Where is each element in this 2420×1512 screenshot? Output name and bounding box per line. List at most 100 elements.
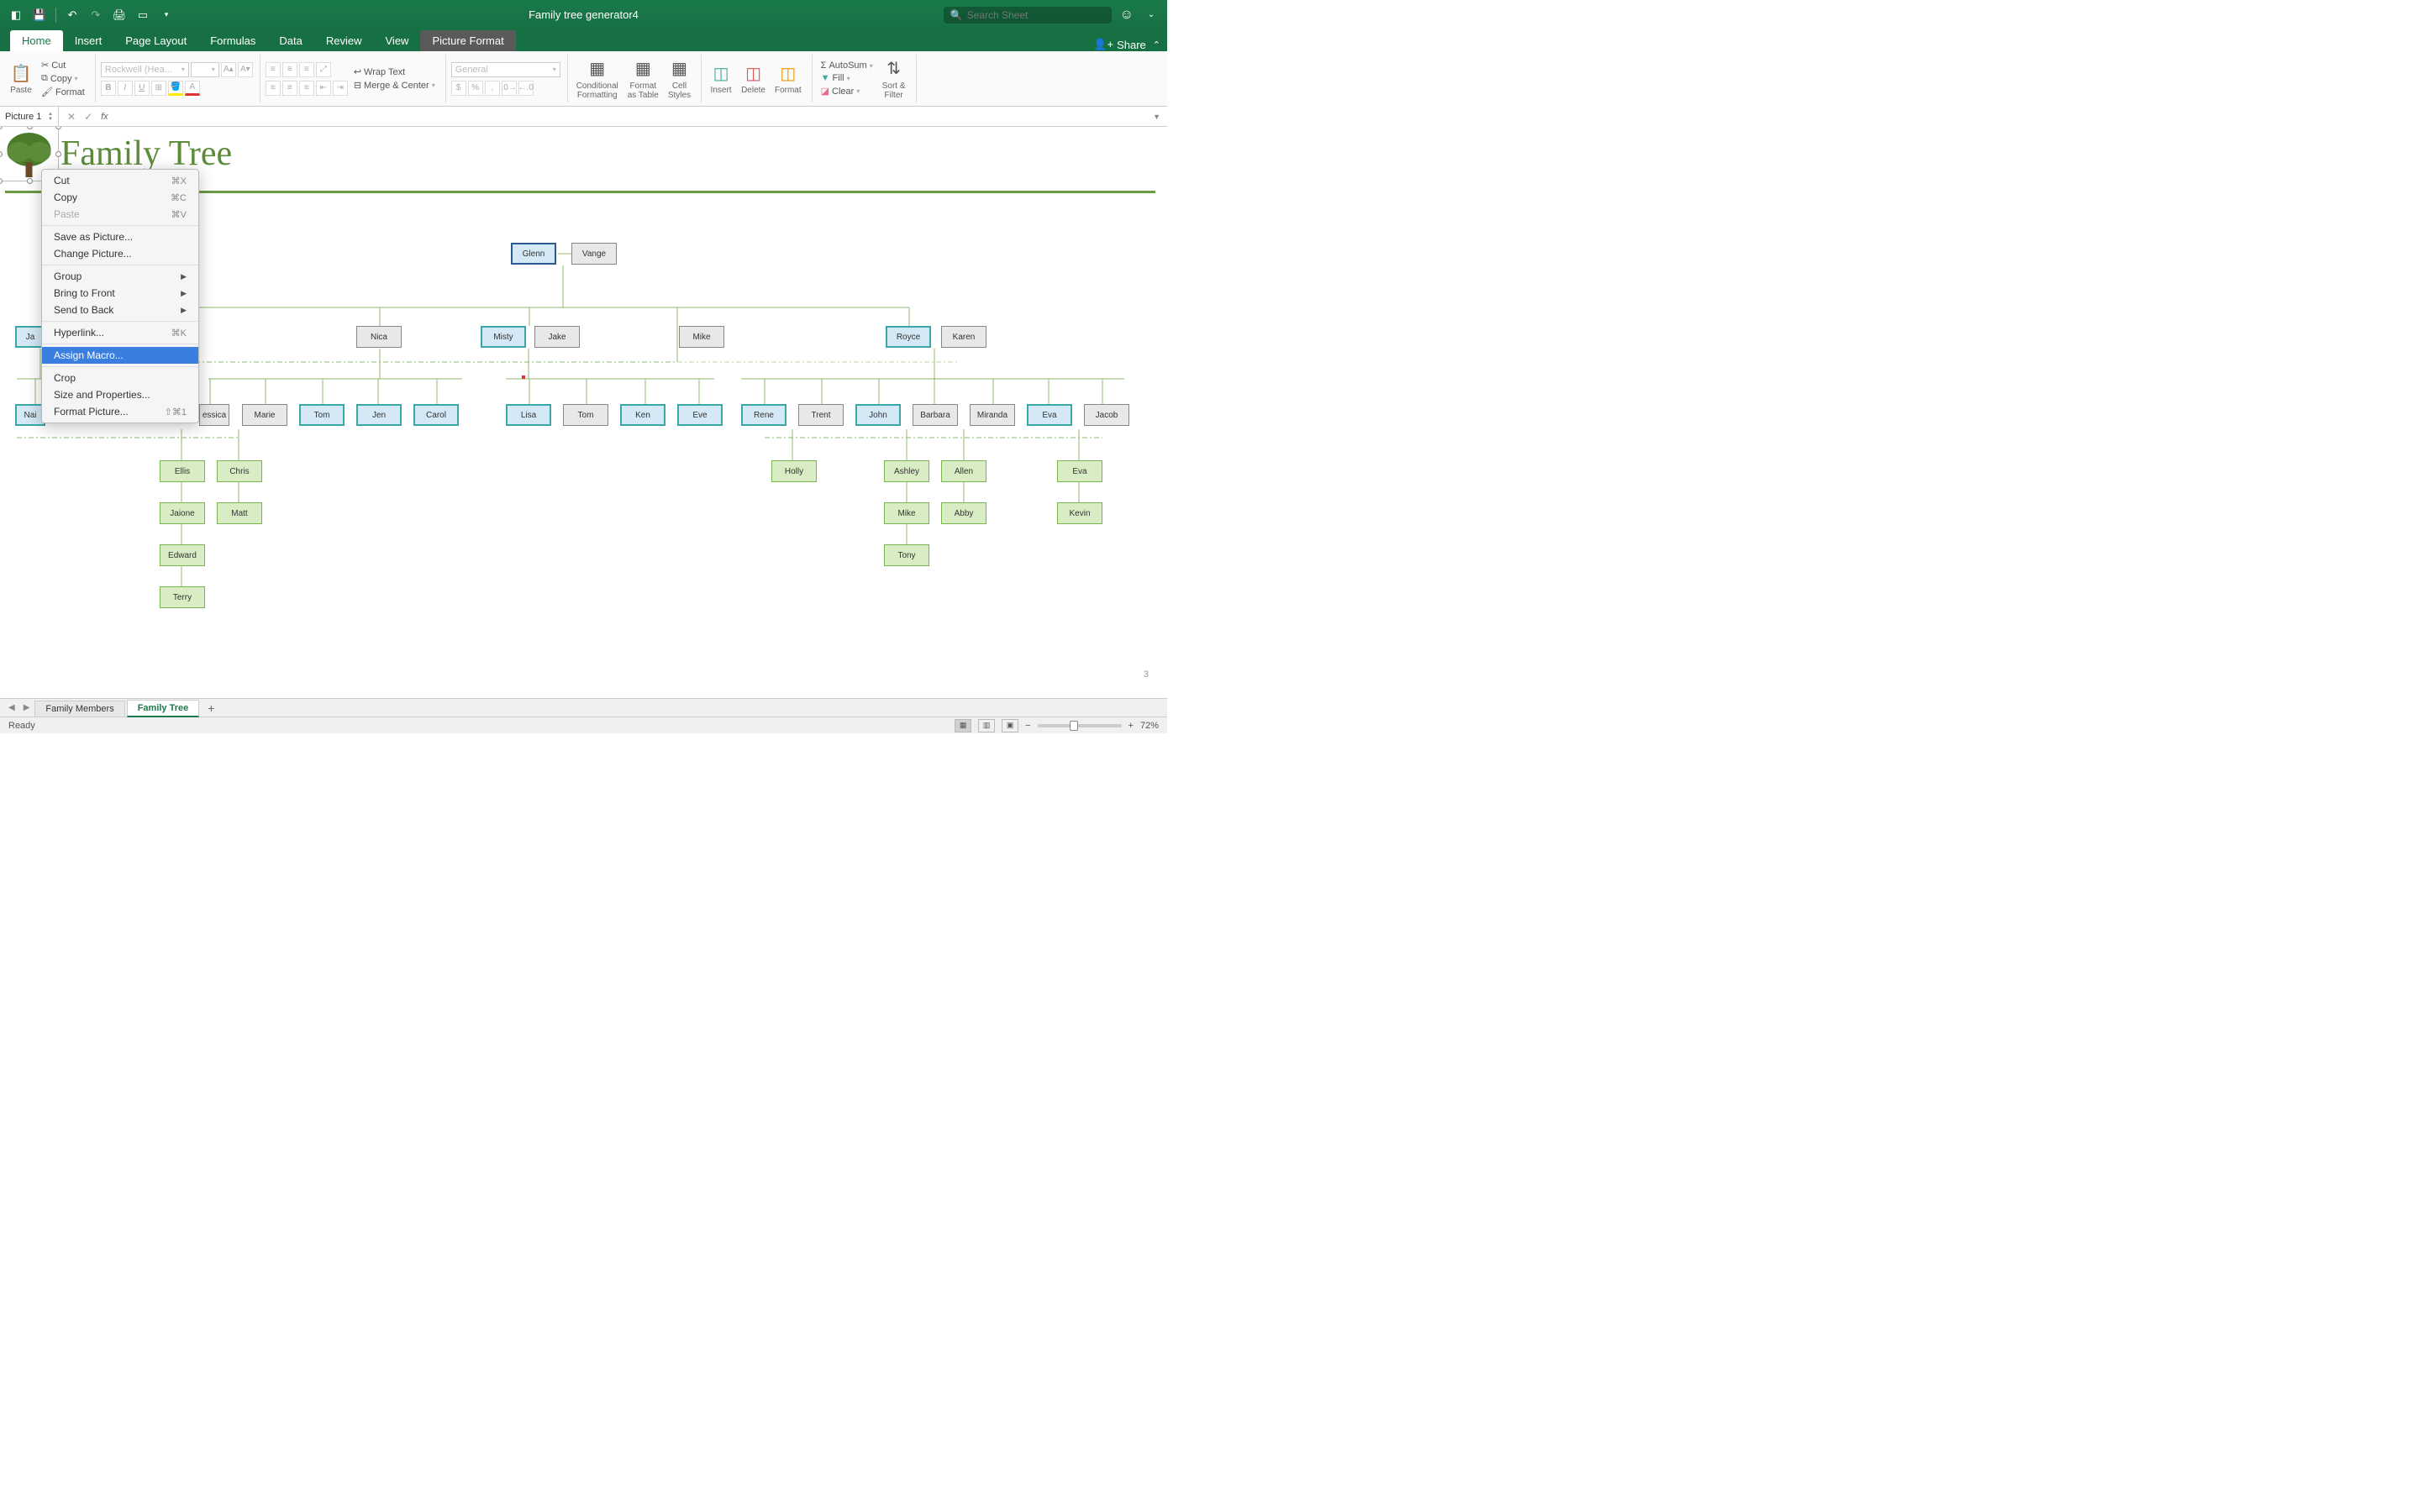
- tree-node[interactable]: Tom: [563, 404, 608, 426]
- ctx-group[interactable]: Group▶: [42, 268, 198, 285]
- tree-node[interactable]: Terry: [160, 586, 205, 608]
- font-size-combo[interactable]: ▾: [191, 62, 219, 77]
- decrease-font-icon[interactable]: A▾: [238, 62, 253, 77]
- tree-node[interactable]: Rene: [741, 404, 786, 426]
- tree-node[interactable]: Jen: [356, 404, 402, 426]
- tree-node[interactable]: Eve: [677, 404, 723, 426]
- tab-home[interactable]: Home: [10, 30, 63, 51]
- cancel-formula-icon[interactable]: ✕: [67, 111, 76, 123]
- tree-node[interactable]: Kevin: [1057, 502, 1102, 524]
- format-painter-button[interactable]: 🖌Format: [38, 86, 88, 98]
- page-icon[interactable]: ▭: [134, 6, 152, 24]
- zoom-slider[interactable]: [1038, 724, 1122, 727]
- tree-node[interactable]: Tom: [299, 404, 345, 426]
- page-break-view-icon[interactable]: ▣: [1002, 719, 1018, 732]
- sheet-tab-members[interactable]: Family Members: [34, 701, 124, 717]
- tree-node[interactable]: Carol: [413, 404, 459, 426]
- ctx-bring-to-front[interactable]: Bring to Front▶: [42, 285, 198, 302]
- comma-icon[interactable]: ,: [485, 81, 500, 96]
- tree-node[interactable]: Jake: [534, 326, 580, 348]
- ctx-cut[interactable]: Cut⌘X: [42, 172, 198, 189]
- fx-icon[interactable]: fx: [101, 112, 108, 122]
- insert-cells-button[interactable]: ◫Insert: [707, 55, 735, 102]
- name-box[interactable]: Picture 1 ▲▼: [0, 107, 59, 126]
- tree-node[interactable]: Ellis: [160, 460, 205, 482]
- tree-node[interactable]: Misty: [481, 326, 526, 348]
- tab-insert[interactable]: Insert: [63, 30, 114, 51]
- clear-button[interactable]: ◪Clear▾: [818, 85, 876, 97]
- ctx-change-picture[interactable]: Change Picture...: [42, 245, 198, 262]
- sort-filter-button[interactable]: ⇅Sort & Filter: [879, 55, 909, 102]
- tab-page-layout[interactable]: Page Layout: [113, 30, 198, 51]
- tree-node[interactable]: Abby: [941, 502, 986, 524]
- tab-review[interactable]: Review: [314, 30, 374, 51]
- zoom-level[interactable]: 72%: [1140, 721, 1159, 731]
- accept-formula-icon[interactable]: ✓: [84, 111, 92, 123]
- underline-button[interactable]: U: [134, 81, 150, 96]
- expand-formula-icon[interactable]: ▼: [1146, 113, 1167, 121]
- tree-node[interactable]: essica: [199, 404, 229, 426]
- increase-indent-icon[interactable]: ⇥: [333, 81, 348, 96]
- next-sheet-icon[interactable]: ▶: [20, 703, 34, 712]
- feedback-icon[interactable]: ☺: [1120, 8, 1134, 23]
- worksheet-canvas[interactable]: Family Tree: [0, 127, 1167, 698]
- fill-button[interactable]: ▼Fill▾: [818, 72, 876, 84]
- tree-node[interactable]: Mike: [679, 326, 724, 348]
- border-button[interactable]: ⊞: [151, 81, 166, 96]
- customize-icon[interactable]: ▾: [157, 6, 176, 24]
- increase-font-icon[interactable]: A▴: [221, 62, 236, 77]
- percent-icon[interactable]: %: [468, 81, 483, 96]
- format-cells-button[interactable]: ◫Format: [771, 55, 805, 102]
- align-middle-icon[interactable]: ≡: [282, 62, 297, 77]
- ctx-format-picture[interactable]: Format Picture...⇧⌘1: [42, 403, 198, 420]
- tab-data[interactable]: Data: [267, 30, 313, 51]
- tree-node[interactable]: Karen: [941, 326, 986, 348]
- ctx-send-to-back[interactable]: Send to Back▶: [42, 302, 198, 318]
- currency-icon[interactable]: $: [451, 81, 466, 96]
- tree-node[interactable]: Jaione: [160, 502, 205, 524]
- ctx-assign-macro[interactable]: Assign Macro...: [42, 347, 198, 364]
- save-icon[interactable]: 💾: [30, 6, 49, 24]
- tree-node[interactable]: Trent: [798, 404, 844, 426]
- align-bottom-icon[interactable]: ≡: [299, 62, 314, 77]
- zoom-out-button[interactable]: −: [1025, 721, 1030, 731]
- ctx-crop[interactable]: Crop: [42, 370, 198, 386]
- font-name-combo[interactable]: Rockwell (Hea...▾: [101, 62, 189, 77]
- normal-view-icon[interactable]: ▦: [955, 719, 971, 732]
- chevron-down-icon[interactable]: ⌄: [1142, 6, 1160, 24]
- cell-styles-button[interactable]: ▦Cell Styles: [665, 55, 694, 102]
- ctx-hyperlink[interactable]: Hyperlink...⌘K: [42, 324, 198, 341]
- tree-node[interactable]: Allen: [941, 460, 986, 482]
- tree-node[interactable]: Ashley: [884, 460, 929, 482]
- decrease-decimal-icon[interactable]: ←.0: [518, 81, 534, 96]
- tree-node[interactable]: Vange: [571, 243, 617, 265]
- copy-button[interactable]: ⧉Copy▾: [38, 72, 88, 85]
- tree-node[interactable]: Lisa: [506, 404, 551, 426]
- cut-button[interactable]: ✂Cut: [38, 59, 88, 71]
- ctx-save-as-picture[interactable]: Save as Picture...: [42, 228, 198, 245]
- tab-formulas[interactable]: Formulas: [198, 30, 267, 51]
- ctx-copy[interactable]: Copy⌘C: [42, 189, 198, 206]
- tree-node[interactable]: Tony: [884, 544, 929, 566]
- sheet-tab-tree[interactable]: Family Tree: [127, 700, 200, 717]
- align-center-icon[interactable]: ≡: [282, 81, 297, 96]
- tree-node[interactable]: Holly: [771, 460, 817, 482]
- tree-node[interactable]: Marie: [242, 404, 287, 426]
- tree-node[interactable]: Nica: [356, 326, 402, 348]
- increase-decimal-icon[interactable]: .0→: [502, 81, 517, 96]
- delete-cells-button[interactable]: ◫Delete: [738, 55, 769, 102]
- autosum-button[interactable]: ΣAutoSum▾: [818, 60, 876, 71]
- search-box[interactable]: 🔍: [944, 7, 1112, 24]
- italic-button[interactable]: I: [118, 81, 133, 96]
- tree-node[interactable]: Matt: [217, 502, 262, 524]
- tree-node[interactable]: Eva: [1027, 404, 1072, 426]
- tree-node[interactable]: Ken: [620, 404, 666, 426]
- tree-node[interactable]: Eva: [1057, 460, 1102, 482]
- paste-button[interactable]: 📋 Paste: [7, 55, 35, 102]
- undo-icon[interactable]: ↶: [63, 6, 82, 24]
- orientation-icon[interactable]: ⤢: [316, 62, 331, 77]
- ctx-size-properties[interactable]: Size and Properties...: [42, 386, 198, 403]
- collapse-ribbon-icon[interactable]: ⌃: [1153, 39, 1160, 50]
- format-as-table-button[interactable]: ▦Format as Table: [624, 55, 662, 102]
- font-color-button[interactable]: A: [185, 81, 200, 96]
